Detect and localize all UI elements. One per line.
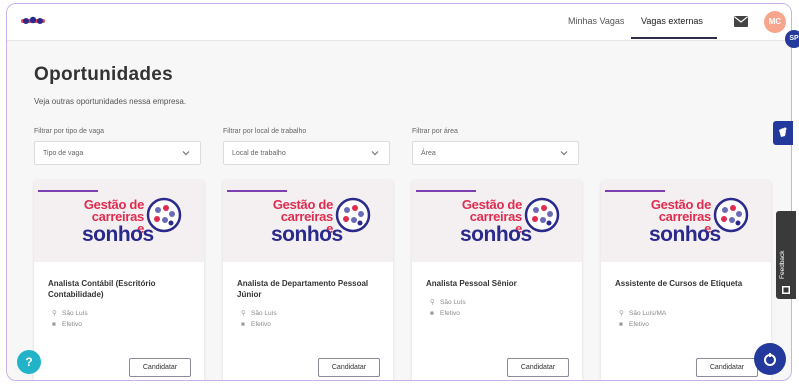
- job-card[interactable]: Gestão de carreiras e sonhos Assistente d…: [601, 180, 771, 380]
- feedback-icon: [782, 286, 790, 294]
- banner-text-sonhos: sonhos: [649, 223, 721, 246]
- filter-type-label: Filtrar por tipo de vaga: [34, 128, 105, 135]
- filter-area-label: Filtrar por área: [412, 128, 458, 135]
- chat-icon: [764, 353, 776, 366]
- banner-text-sonhos: sonhos: [271, 223, 343, 246]
- filter-type-select[interactable]: Tipo de vaga: [34, 141, 201, 165]
- location-pin-icon: ⚲: [430, 299, 435, 306]
- filter-area-value: Área: [421, 150, 436, 157]
- job-contract-type: ■ Efetivo: [52, 321, 82, 328]
- briefcase-icon: ■: [241, 321, 245, 328]
- job-banner: Gestão de carreiras e sonhos: [601, 180, 771, 262]
- job-location: ⚲ São Luís: [52, 310, 88, 317]
- job-card[interactable]: Gestão de carreiras e sonhos Analista de …: [223, 180, 393, 380]
- chat-button[interactable]: [754, 343, 786, 375]
- banner-accent-line: [605, 190, 665, 192]
- chevron-down-icon: [371, 151, 379, 156]
- job-banner: Gestão de carreiras e sonhos: [34, 180, 204, 262]
- location-pin-icon: ⚲: [52, 310, 57, 317]
- feedback-label[interactable]: Feedback: [779, 250, 786, 279]
- apply-button[interactable]: Candidatar: [507, 358, 569, 377]
- apply-button[interactable]: Candidatar: [129, 358, 191, 377]
- banner-text-sonhos: sonhos: [460, 223, 532, 246]
- banner-accent-line: [38, 190, 98, 192]
- job-banner: Gestão de carreiras e sonhos: [412, 180, 582, 262]
- filter-type-value: Tipo de vaga: [43, 150, 84, 157]
- filter-location-value: Local de trabalho: [232, 150, 286, 157]
- job-title[interactable]: Analista Pessoal Sênior: [426, 278, 574, 289]
- job-contract-type: ■ Efetivo: [241, 321, 271, 328]
- mail-icon[interactable]: [734, 16, 748, 27]
- job-title[interactable]: Analista de Departamento Pessoal Júnior: [237, 278, 385, 300]
- job-location: ⚲ São Luís/MA: [619, 310, 667, 317]
- filter-location-label: Filtrar por local de trabalho: [223, 128, 307, 135]
- job-card[interactable]: Gestão de carreiras e sonhos Analista Con…: [34, 180, 204, 380]
- briefcase-icon: ■: [52, 321, 56, 328]
- job-contract-type: ■ Efetivo: [430, 310, 460, 317]
- banner-accent-line: [416, 190, 476, 192]
- job-location: ⚲ São Luís: [241, 310, 277, 317]
- chevron-down-icon: [560, 151, 568, 156]
- job-banner: Gestão de carreiras e sonhos: [223, 180, 393, 262]
- filter-location-select[interactable]: Local de trabalho: [223, 141, 390, 165]
- page-title: Oportunidades: [34, 64, 174, 85]
- app-frame: Minhas Vagas Vagas externas MC Oportunid…: [6, 3, 792, 381]
- location-pin-icon: ⚲: [619, 310, 624, 317]
- nav-minhas-vagas[interactable]: Minhas Vagas: [568, 16, 624, 26]
- user-avatar[interactable]: MC: [764, 11, 786, 33]
- chevron-down-icon: [182, 151, 190, 156]
- active-tab-indicator: [631, 37, 717, 39]
- sp-badge[interactable]: SP: [785, 30, 799, 48]
- filter-area-select[interactable]: Área: [412, 141, 579, 165]
- people-globe-icon: [335, 197, 371, 233]
- nav-vagas-externas[interactable]: Vagas externas: [641, 16, 703, 26]
- job-title[interactable]: Analista Contábil (Escritório Contabilid…: [48, 278, 196, 300]
- job-card[interactable]: Gestão de carreiras e sonhos Analista Pes…: [412, 180, 582, 380]
- job-title[interactable]: Assistente de Cursos de Etiqueta: [615, 278, 763, 289]
- banner-text-sonhos: sonhos: [82, 223, 154, 246]
- company-logo[interactable]: [20, 14, 46, 28]
- top-navigation-bar: Minhas Vagas Vagas externas MC: [7, 4, 791, 41]
- briefcase-icon: ■: [430, 310, 434, 317]
- hand-sign-icon: [779, 127, 787, 137]
- help-button[interactable]: ?: [17, 350, 41, 374]
- people-globe-icon: [146, 197, 182, 233]
- apply-button[interactable]: Candidatar: [696, 358, 758, 377]
- accessibility-button[interactable]: [773, 121, 793, 145]
- page-subtitle: Veja outras oportunidades nessa empresa.: [34, 97, 187, 106]
- job-location: ⚲ São Luís: [430, 299, 466, 306]
- people-globe-icon: [524, 197, 560, 233]
- people-globe-icon: [713, 197, 749, 233]
- location-pin-icon: ⚲: [241, 310, 246, 317]
- briefcase-icon: ■: [619, 321, 623, 328]
- apply-button[interactable]: Candidatar: [318, 358, 380, 377]
- job-contract-type: ■ Efetivo: [619, 321, 649, 328]
- banner-accent-line: [227, 190, 287, 192]
